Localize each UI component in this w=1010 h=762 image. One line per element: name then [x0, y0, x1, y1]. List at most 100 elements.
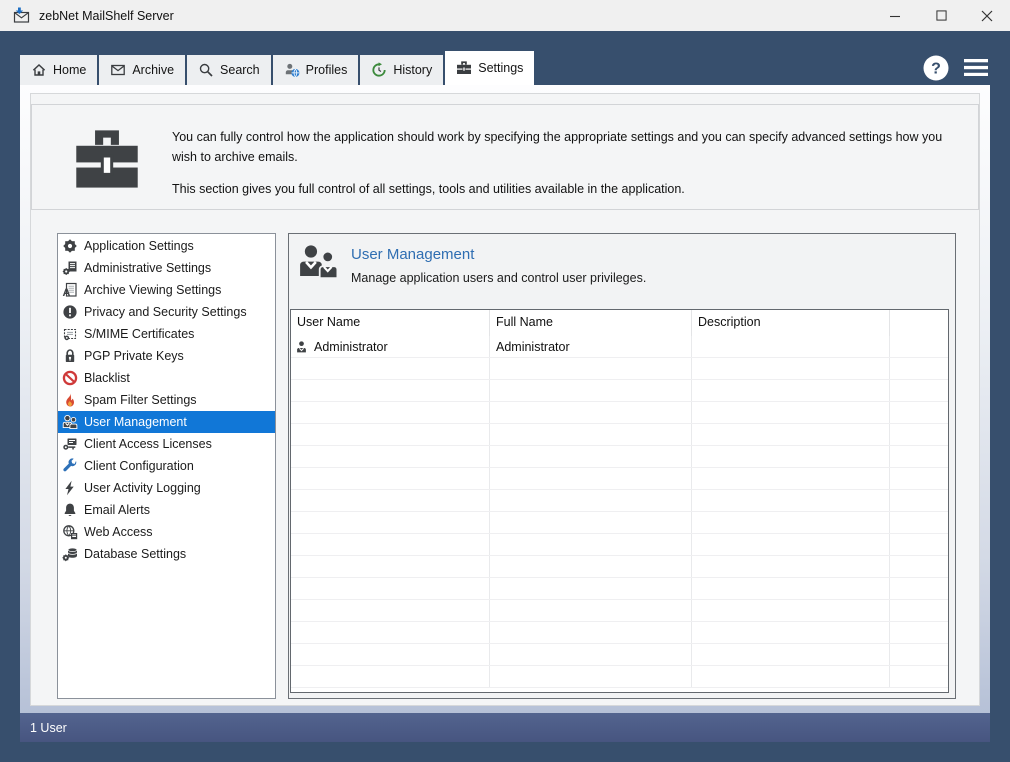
- client-area: You can fully control how the applicatio…: [20, 85, 990, 713]
- sidebar-item-archive-viewing-settings[interactable]: A Archive Viewing Settings: [58, 279, 275, 301]
- table-cell: [490, 556, 692, 577]
- tab-settings[interactable]: Settings: [445, 51, 535, 85]
- table-row-empty[interactable]: [291, 578, 948, 600]
- users-table-header: User Name Full Name Description: [291, 310, 948, 336]
- column-header-empty[interactable]: [890, 310, 948, 336]
- help-icon[interactable]: ?: [923, 55, 949, 81]
- column-header-user-name[interactable]: User Name: [291, 310, 490, 336]
- table-cell: [291, 600, 490, 621]
- intro-paragraph-1: You can fully control how the applicatio…: [172, 130, 943, 164]
- close-button[interactable]: [964, 0, 1010, 31]
- table-cell: [291, 380, 490, 401]
- table-row-empty[interactable]: [291, 380, 948, 402]
- table-cell: [692, 600, 890, 621]
- table-cell: [490, 424, 692, 445]
- table-cell: [692, 468, 890, 489]
- user-management-panel: User Management Manage application users…: [288, 233, 956, 699]
- sidebar-item-label: PGP Private Keys: [84, 349, 184, 363]
- alert-circle-icon: [62, 304, 78, 320]
- table-cell: [490, 446, 692, 467]
- bell-icon: [62, 502, 78, 518]
- tab-home[interactable]: Home: [20, 55, 98, 85]
- table-cell: [490, 468, 692, 489]
- tab-history[interactable]: History: [360, 55, 444, 85]
- sidebar-item-label: Privacy and Security Settings: [84, 305, 247, 319]
- table-cell: [692, 666, 890, 687]
- table-cell: [291, 424, 490, 445]
- table-cell: [692, 490, 890, 511]
- table-row-empty[interactable]: [291, 556, 948, 578]
- sidebar-item-label: Email Alerts: [84, 503, 150, 517]
- table-cell: [890, 380, 948, 401]
- table-cell: [291, 622, 490, 643]
- status-text: 1 User: [30, 720, 67, 735]
- sidebar-item-web-access[interactable]: Web Access: [58, 521, 275, 543]
- sidebar-item-spam-filter-settings[interactable]: Spam Filter Settings: [58, 389, 275, 411]
- app-mail-download-icon: [12, 7, 31, 24]
- table-row-empty[interactable]: [291, 490, 948, 512]
- table-row-empty[interactable]: [291, 644, 948, 666]
- table-cell: [692, 336, 890, 357]
- sidebar-item-user-activity-logging[interactable]: User Activity Logging: [58, 477, 275, 499]
- lightning-icon: [62, 480, 78, 496]
- table-cell: [890, 644, 948, 665]
- profiles-icon: [284, 62, 300, 78]
- tab-label: Profiles: [305, 63, 348, 77]
- table-row-empty[interactable]: [291, 424, 948, 446]
- table-cell: [490, 490, 692, 511]
- tab-profiles[interactable]: Profiles: [272, 55, 359, 85]
- table-row-empty[interactable]: [291, 358, 948, 380]
- column-header-full-name[interactable]: Full Name: [490, 310, 692, 336]
- tab-bar: Home Archive Search Profiles History Settings: [20, 50, 536, 85]
- intro-text: You can fully control how the applicatio…: [172, 127, 952, 211]
- table-row-administrator[interactable]: Administrator Administrator: [291, 336, 948, 358]
- table-cell: Administrator: [490, 336, 692, 357]
- sidebar-item-administrative-settings[interactable]: Administrative Settings: [58, 257, 275, 279]
- table-row-empty[interactable]: [291, 468, 948, 490]
- table-cell: [490, 358, 692, 379]
- column-header-description[interactable]: Description: [692, 310, 890, 336]
- close-icon: [981, 10, 993, 22]
- table-row-empty[interactable]: [291, 512, 948, 534]
- sidebar-item-label: Spam Filter Settings: [84, 393, 197, 407]
- sidebar-item-blacklist[interactable]: Blacklist: [58, 367, 275, 389]
- table-row-empty[interactable]: [291, 446, 948, 468]
- sidebar-item-client-configuration[interactable]: Client Configuration: [58, 455, 275, 477]
- doc-a-icon: A: [62, 282, 78, 298]
- maximize-icon: [935, 10, 947, 21]
- table-cell: [890, 534, 948, 555]
- svg-text:A: A: [63, 287, 71, 298]
- tab-archive[interactable]: Archive: [99, 55, 186, 85]
- wrench-icon: [62, 458, 78, 474]
- table-row-empty[interactable]: [291, 534, 948, 556]
- sidebar-item-s-mime-certificates[interactable]: S/MIME Certificates: [58, 323, 275, 345]
- prohibition-icon: [62, 370, 78, 386]
- table-row-empty[interactable]: [291, 600, 948, 622]
- tab-search[interactable]: Search: [187, 55, 271, 85]
- table-cell: [890, 512, 948, 533]
- table-cell: [692, 402, 890, 423]
- table-cell: [291, 512, 490, 533]
- flame-icon: [62, 392, 78, 408]
- table-row-empty[interactable]: [291, 622, 948, 644]
- section-subtitle: Manage application users and control use…: [351, 271, 647, 285]
- sidebar-item-label: Archive Viewing Settings: [84, 283, 222, 297]
- sidebar-item-client-access-licenses[interactable]: Client Access Licenses: [58, 433, 275, 455]
- sidebar-item-database-settings[interactable]: Database Settings: [58, 543, 275, 565]
- sidebar-item-label: Blacklist: [84, 371, 130, 385]
- sidebar-item-application-settings[interactable]: Application Settings: [58, 235, 275, 257]
- menu-icon[interactable]: [964, 59, 988, 76]
- maximize-button[interactable]: [918, 0, 964, 31]
- users-table-body: Administrator Administrator: [291, 336, 948, 688]
- svg-text:?: ?: [931, 60, 941, 77]
- sidebar-item-pgp-private-keys[interactable]: PGP Private Keys: [58, 345, 275, 367]
- table-cell: [291, 666, 490, 687]
- sidebar-item-email-alerts[interactable]: Email Alerts: [58, 499, 275, 521]
- table-row-empty[interactable]: [291, 666, 948, 688]
- table-cell: [890, 622, 948, 643]
- settings-panel: You can fully control how the applicatio…: [30, 93, 980, 706]
- minimize-button[interactable]: [872, 0, 918, 31]
- sidebar-item-privacy-and-security-settings[interactable]: Privacy and Security Settings: [58, 301, 275, 323]
- sidebar-item-user-management[interactable]: User Management: [58, 411, 275, 433]
- table-row-empty[interactable]: [291, 402, 948, 424]
